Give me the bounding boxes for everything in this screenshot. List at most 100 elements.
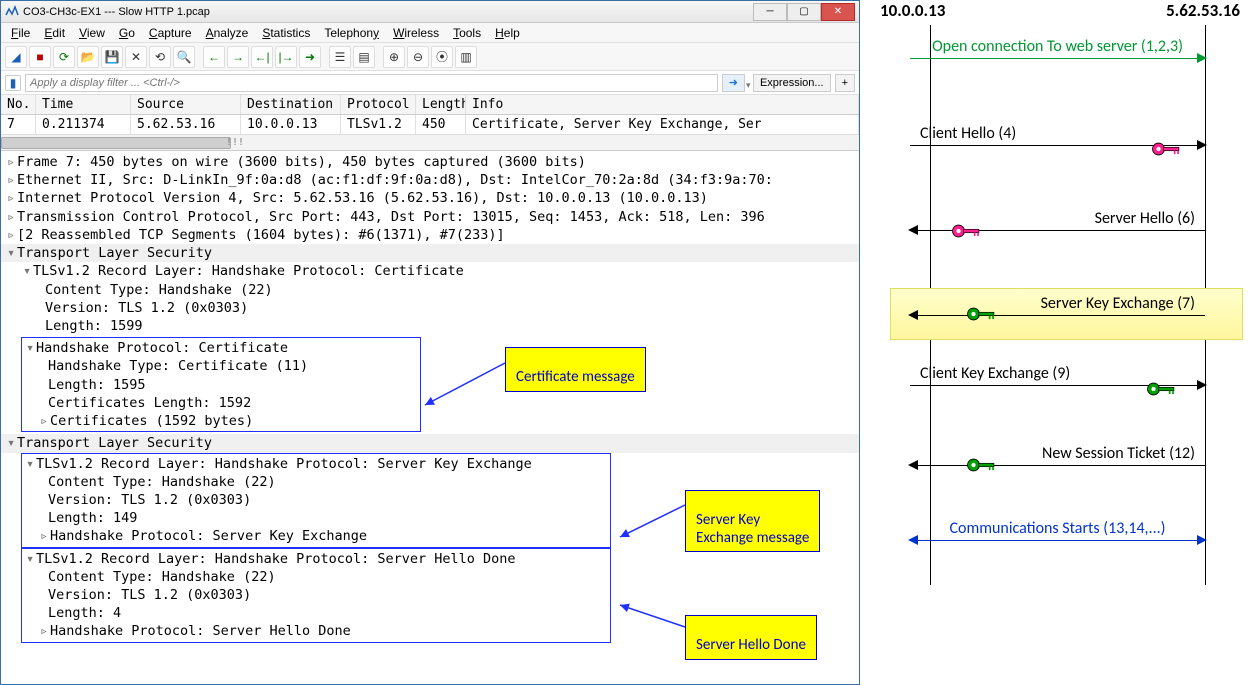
toolbar-goto[interactable]: ➜ [299, 46, 321, 68]
detail-reassembled[interactable]: [2 Reassembled TCP Segments (1604 bytes)… [17, 227, 505, 243]
detail-tls2[interactable]: Transport Layer Security [17, 435, 212, 451]
callout-ske: Server Key Exchange message [685, 490, 820, 552]
app-icon [5, 5, 19, 19]
detail-handshake-length[interactable]: Length: 1595 [48, 377, 146, 393]
filter-bar: ▮ ➜ ▾ Expression... + [1, 71, 859, 95]
detail-content-type-3[interactable]: Content Type: Handshake (22) [48, 569, 276, 585]
detail-certs[interactable]: Certificates (1592 bytes) [50, 413, 253, 429]
toolbar-autoscroll[interactable]: ☰ [329, 46, 351, 68]
minimize-button[interactable]: ─ [753, 3, 787, 21]
packet-row[interactable]: 7 0.211374 5.62.53.16 10.0.0.13 TLSv1.2 … [1, 115, 859, 134]
col-src[interactable]: Source [131, 95, 241, 114]
toolbar-zoom-out[interactable]: ⊖ [407, 46, 429, 68]
toolbar-jump-last[interactable]: |→ [275, 46, 297, 68]
menu-go[interactable]: Go [113, 24, 141, 42]
toolbar-start-capture[interactable]: ◢ [5, 46, 27, 68]
seq-msg-nst: New Session Ticket (12) [910, 445, 1205, 467]
callout-certificate: Certificate message [505, 347, 646, 392]
menu-help[interactable]: Help [489, 24, 526, 42]
detail-tcp[interactable]: Transmission Control Protocol, Src Port:… [17, 209, 765, 225]
detail-tls1[interactable]: Transport Layer Security [17, 245, 212, 261]
col-info[interactable]: Info [466, 95, 859, 114]
toolbar-colorize[interactable]: ▤ [353, 46, 375, 68]
arrow-ske [615, 505, 690, 548]
menu-edit[interactable]: Edit [38, 24, 71, 42]
display-filter-input[interactable] [25, 74, 718, 92]
detail-version-2[interactable]: Version: TLS 1.2 (0x0303) [48, 492, 251, 508]
seq-msg-ske: Server Key Exchange (7) [910, 295, 1205, 317]
detail-frame[interactable]: Frame 7: 450 bytes on wire (3600 bits), … [17, 154, 586, 170]
toolbar-next[interactable]: → [227, 46, 249, 68]
key-icon-magenta-1 [1150, 140, 1184, 158]
packet-details[interactable]: ▹Frame 7: 450 bytes on wire (3600 bits),… [1, 151, 859, 684]
wireshark-window: CO3-CH3c-EX1 --- Slow HTTP 1.pcap ─ ▢ ✕ … [0, 0, 860, 685]
toolbar-zoom-in[interactable]: ⊕ [383, 46, 405, 68]
packet-list: No. Time Source Destination Protocol Len… [1, 95, 859, 151]
toolbar-resize-cols[interactable]: ▥ [455, 46, 477, 68]
detail-version-3[interactable]: Version: TLS 1.2 (0x0303) [48, 587, 251, 603]
toolbar-find[interactable]: 🔍 [173, 46, 195, 68]
toolbar-open[interactable]: 📂 [77, 46, 99, 68]
col-time[interactable]: Time [36, 95, 131, 114]
menu-telephony[interactable]: Telephony [318, 24, 385, 42]
key-icon-magenta-2 [950, 222, 984, 240]
toolbar-reload[interactable]: ⟲ [149, 46, 171, 68]
detail-version-1[interactable]: Version: TLS 1.2 (0x0303) [45, 300, 248, 316]
detail-handshake-ske[interactable]: Handshake Protocol: Server Key Exchange [50, 528, 367, 544]
toolbar-jump-first[interactable]: ←| [251, 46, 273, 68]
toolbar-stop-capture[interactable]: ■ [29, 46, 51, 68]
toolbar-restart-capture[interactable]: ⟳ [53, 46, 75, 68]
menu-analyze[interactable]: Analyze [200, 24, 255, 42]
detail-content-type-1[interactable]: Content Type: Handshake (22) [45, 282, 273, 298]
menu-statistics[interactable]: Statistics [256, 24, 316, 42]
bookmark-icon[interactable]: ▮ [5, 75, 21, 91]
col-no[interactable]: No. [1, 95, 36, 114]
titlebar: CO3-CH3c-EX1 --- Slow HTTP 1.pcap ─ ▢ ✕ [1, 1, 859, 23]
detail-content-type-2[interactable]: Content Type: Handshake (22) [48, 474, 276, 490]
filter-apply-arrow[interactable]: ➜ [722, 74, 745, 92]
arrow-cert [420, 363, 510, 416]
detail-record-ske[interactable]: TLSv1.2 Record Layer: Handshake Protocol… [36, 456, 532, 472]
maximize-button[interactable]: ▢ [787, 3, 821, 21]
seq-endpoint-right: 5.62.53.16 [1166, 0, 1240, 21]
sequence-diagram: 10.0.0.13 5.62.53.16 Open connection To … [870, 0, 1245, 600]
packet-list-header: No. Time Source Destination Protocol Len… [1, 95, 859, 115]
detail-length-3[interactable]: Length: 4 [48, 605, 121, 621]
col-proto[interactable]: Protocol [341, 95, 416, 114]
packet-list-hscroll[interactable]: !!! [1, 134, 859, 150]
toolbar-zoom-reset[interactable]: ⦿ [431, 46, 453, 68]
menu-file[interactable]: File [5, 24, 36, 42]
detail-record-shd[interactable]: TLSv1.2 Record Layer: Handshake Protocol… [36, 551, 516, 567]
key-icon-green-2 [1145, 380, 1179, 398]
detail-length-2[interactable]: Length: 149 [48, 510, 137, 526]
detail-handshake-type[interactable]: Handshake Type: Certificate (11) [48, 358, 308, 374]
detail-certs-length[interactable]: Certificates Length: 1592 [48, 395, 251, 411]
menu-wireless[interactable]: Wireless [387, 24, 445, 42]
detail-handshake-shd[interactable]: Handshake Protocol: Server Hello Done [50, 623, 351, 639]
toolbar-close[interactable]: ✕ [125, 46, 147, 68]
detail-ethernet[interactable]: Ethernet II, Src: D-LinkIn_9f:0a:d8 (ac:… [17, 172, 773, 188]
detail-handshake-cert[interactable]: Handshake Protocol: Certificate [36, 340, 288, 356]
detail-length-1[interactable]: Length: 1599 [45, 318, 143, 334]
window-title: CO3-CH3c-EX1 --- Slow HTTP 1.pcap [23, 6, 210, 18]
arrow-shd [615, 605, 690, 648]
window-buttons: ─ ▢ ✕ [753, 3, 855, 21]
toolbar-prev[interactable]: ← [203, 46, 225, 68]
callout-shd: Server Hello Done [685, 615, 817, 660]
expression-button[interactable]: Expression... [753, 74, 831, 92]
menu-view[interactable]: View [73, 24, 111, 42]
col-len[interactable]: Length [416, 95, 466, 114]
seq-msg-comm: Communications Starts (13,14,...) [910, 520, 1205, 542]
close-button[interactable]: ✕ [821, 3, 855, 21]
detail-record-cert[interactable]: TLSv1.2 Record Layer: Handshake Protocol… [33, 263, 464, 279]
detail-ip[interactable]: Internet Protocol Version 4, Src: 5.62.5… [17, 190, 708, 206]
seq-endpoint-left: 10.0.0.13 [880, 0, 945, 21]
key-icon-green-1 [965, 305, 999, 323]
col-dst[interactable]: Destination [241, 95, 341, 114]
menu-capture[interactable]: Capture [143, 24, 198, 42]
add-filter-button[interactable]: + [835, 74, 855, 92]
toolbar: ◢ ■ ⟳ 📂 💾 ✕ ⟲ 🔍 ← → ←| |→ ➜ ☰ ▤ ⊕ ⊖ ⦿ ▥ [1, 43, 859, 71]
key-icon-green-3 [965, 456, 999, 474]
menu-tools[interactable]: Tools [447, 24, 487, 42]
toolbar-save[interactable]: 💾 [101, 46, 123, 68]
